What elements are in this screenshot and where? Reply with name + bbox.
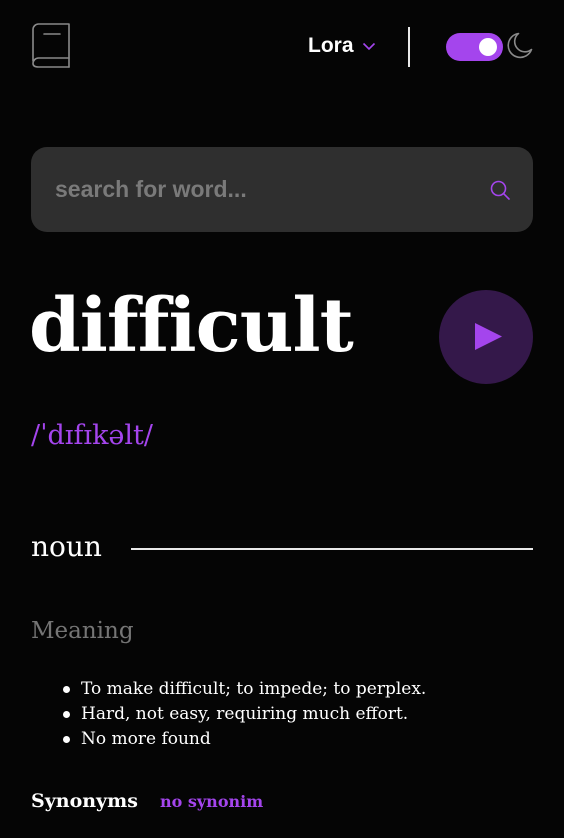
synonym-link[interactable]: no synonim — [160, 792, 263, 811]
header-divider — [408, 27, 410, 67]
search-icon[interactable] — [489, 179, 511, 201]
app-header: Lora — [0, 0, 564, 92]
meaning-list: To make difficult; to impede; to perplex… — [62, 677, 426, 752]
book-icon[interactable] — [31, 22, 71, 68]
synonyms-label: Synonyms — [31, 790, 138, 812]
play-icon — [475, 323, 502, 350]
meaning-item: To make difficult; to impede; to perplex… — [62, 677, 426, 702]
font-selector[interactable]: Lora — [308, 32, 376, 60]
chevron-down-icon — [362, 42, 375, 51]
font-selector-label: Lora — [308, 34, 354, 57]
theme-toggle[interactable] — [446, 33, 503, 61]
search-bar — [31, 147, 533, 232]
part-of-speech: noun — [31, 530, 102, 563]
search-input[interactable] — [55, 147, 475, 232]
play-pronunciation-button[interactable] — [439, 290, 533, 384]
theme-toggle-knob — [479, 38, 497, 56]
word-title: difficult — [29, 283, 354, 369]
meaning-item: Hard, not easy, requiring much effort. — [62, 702, 426, 727]
moon-icon[interactable] — [505, 31, 534, 61]
phonetic-text: /ˈdɪfɪkəlt/ — [31, 420, 153, 451]
part-of-speech-divider — [131, 548, 533, 550]
meaning-item: No more found — [62, 727, 426, 752]
meaning-heading: Meaning — [31, 618, 134, 644]
